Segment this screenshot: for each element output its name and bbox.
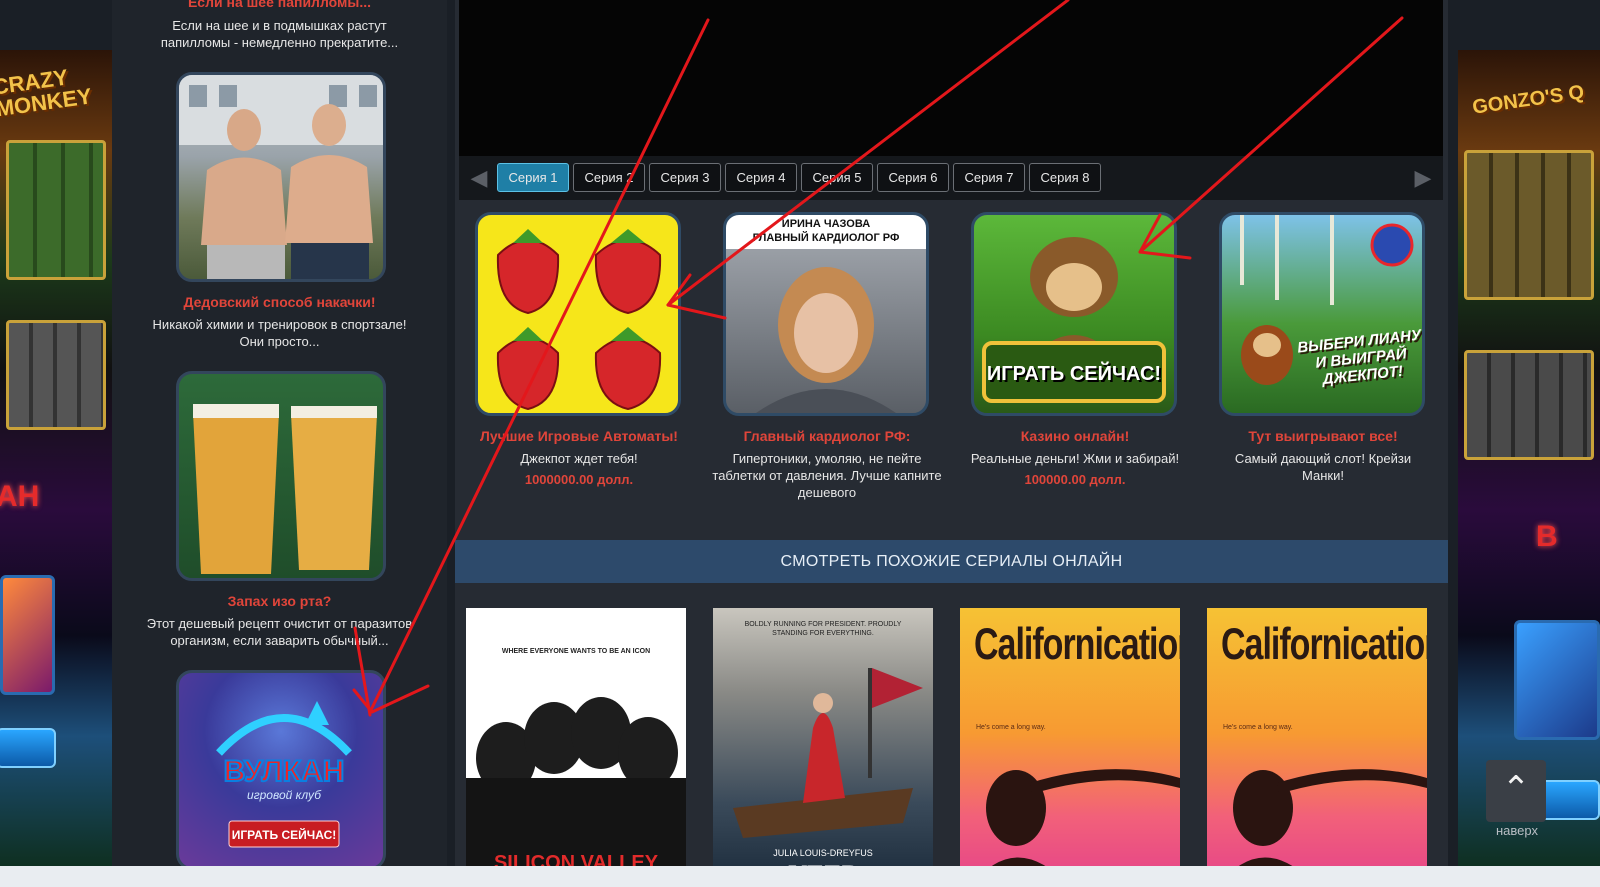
series-navigation: ◀ Серия 1 Серия 2 Серия 3 Серия 4 Серия … — [459, 156, 1443, 200]
left-slot-reels — [6, 140, 106, 280]
left-blue-button — [0, 728, 56, 768]
promo-price-casino: 100000.00 долл. — [1024, 472, 1126, 487]
promo-title-slots[interactable]: Лучшие Игровые Автоматы! — [455, 428, 703, 444]
poster-credit-veep: JULIA LOUIS-DREYFUS — [773, 848, 873, 858]
ad-text-papillomas[interactable]: Если на шее и в подмышках растут папилло… — [112, 17, 447, 51]
left-slot-title: CRAZY MONKEY — [0, 64, 94, 122]
arrow-left-icon[interactable]: ◀ — [465, 166, 493, 190]
left-slot-reels-lower — [6, 320, 106, 430]
poster-tagline-californication-2: He's come a long way. — [1223, 724, 1293, 731]
series-button-8[interactable]: Серия 8 — [1029, 163, 1101, 192]
promo-title-casino[interactable]: Казино онлайн! — [951, 428, 1199, 444]
left-casino-background[interactable]: CRAZY MONKEY АН — [0, 50, 112, 887]
promo-price-slots: 1000000.00 долл. — [524, 472, 634, 487]
similar-series-header: СМОТРЕТЬ ПОХОЖИЕ СЕРИАЛЫ ОНЛАЙН — [455, 540, 1448, 583]
ad-image-muscle-men[interactable] — [176, 72, 386, 282]
right-game-tile — [1514, 620, 1600, 740]
ad-text-grandfather-method[interactable]: Никакой химии и тренировок в спортзале! … — [112, 316, 447, 350]
poster-tagline-silicon-valley: WHERE EVERYONE WANTS TO BE AN ICON — [501, 648, 651, 655]
beer-glasses-illustration — [193, 404, 377, 574]
promo-image-monkey-casino[interactable]: ИГРАТЬ СЕЙЧАС! — [971, 212, 1177, 416]
ad-title-papillomas[interactable]: Если на шее папилломы... — [112, 0, 447, 10]
video-player[interactable] — [459, 0, 1443, 156]
promo-image-strawberries[interactable] — [475, 212, 681, 416]
left-ad-column: Если на шее папилломы... Если на шее и в… — [112, 0, 447, 887]
ad-title-bad-breath[interactable]: Запах изо рта? — [112, 593, 447, 609]
arrow-right-icon[interactable]: ▶ — [1409, 166, 1437, 190]
left-neon-sign: АН — [0, 480, 40, 513]
poster-title-californication-2: Californication — [1221, 620, 1427, 670]
series-button-3[interactable]: Серия 3 — [649, 163, 721, 192]
promo-text-everyone-wins[interactable]: Самый дающий слот! Крейзи Манки! — [1199, 450, 1447, 484]
series-button-1[interactable]: Серия 1 — [497, 163, 569, 192]
right-neon-sign: В — [1536, 520, 1558, 553]
promo-text-casino[interactable]: Реальные деньги! Жми и забирай! — [951, 450, 1199, 467]
promo-image-liana[interactable]: ВЫБЕРИ ЛИАНУ И ВЫИГРАЙ ДЖЕКПОТ! — [1219, 212, 1425, 416]
vulkan-logo: ВУЛКАН игровой клуб ИГРАТЬ СЕЙЧАС! — [216, 701, 352, 848]
muscle-men-illustration — [179, 75, 383, 279]
poster-californication-1[interactable]: Californication He's come a long way. — [960, 608, 1180, 887]
series-button-5[interactable]: Серия 5 — [801, 163, 873, 192]
series-button-6[interactable]: Серия 6 — [877, 163, 949, 192]
promo-text-slots[interactable]: Джекпот ждет тебя! — [455, 450, 703, 467]
promo-text-cardiologist[interactable]: Гипертоники, умоляю, не пейте таблетки о… — [703, 450, 951, 501]
left-game-tile — [0, 575, 55, 695]
strawberries-illustration — [496, 229, 662, 411]
right-slot-reels-lower — [1464, 350, 1594, 460]
ad-image-beer-glasses[interactable] — [176, 371, 386, 581]
poster-silicon-valley[interactable]: WHERE EVERYONE WANTS TO BE AN ICON SILIC… — [466, 608, 686, 887]
vulkan-logo-text: ВУЛКАН — [224, 755, 345, 788]
poster-californication-2[interactable]: Californication He's come a long way. — [1207, 608, 1427, 887]
window-bottom-edge — [0, 866, 1600, 887]
promo-title-everyone-wins[interactable]: Тут выигрывают все! — [1199, 428, 1447, 444]
series-button-2[interactable]: Серия 2 — [573, 163, 645, 192]
series-button-4[interactable]: Серия 4 — [725, 163, 797, 192]
promo-image-cardiologist[interactable]: ИРИНА ЧАЗОВА ГЛАВНЫЙ КАРДИОЛОГ РФ — [723, 212, 929, 416]
main-column: ◀ Серия 1 Серия 2 Серия 3 Серия 4 Серия … — [455, 0, 1448, 887]
series-button-7[interactable]: Серия 7 — [953, 163, 1025, 192]
right-slot-title: GONZO'S Q — [1471, 81, 1586, 119]
ad-text-bad-breath[interactable]: Этот дешевый рецепт очистит от паразитов… — [112, 615, 447, 649]
vulkan-play-now-button[interactable]: ИГРАТЬ СЕЙЧАС! — [232, 827, 337, 842]
poster-veep[interactable]: BOLDLY RUNNING FOR PRESIDENT. PROUDLY ST… — [713, 608, 933, 887]
scroll-top-label[interactable]: наверх — [1482, 823, 1552, 838]
ad-title-grandfather-method[interactable]: Дедовский способ накачки! — [112, 294, 447, 310]
poster-tagline-veep: BOLDLY RUNNING FOR PRESIDENT. PROUDLY ST… — [744, 621, 902, 637]
vulkan-logo-subtitle: игровой клуб — [247, 788, 322, 802]
poster-title-californication-1: Californication — [974, 620, 1180, 670]
promo-image-caption-cardiologist: ИРИНА ЧАЗОВА ГЛАВНЫЙ КАРДИОЛОГ РФ — [752, 218, 900, 244]
ad-image-vulkan-club[interactable]: ВУЛКАН игровой клуб ИГРАТЬ СЕЙЧАС! — [176, 670, 386, 870]
veep-boat-illustration — [733, 668, 923, 838]
double-chevron-up-icon[interactable]: ⌃ — [1486, 760, 1546, 822]
promo-play-now-button[interactable]: ИГРАТЬ СЕЙЧАС! — [984, 363, 1164, 386]
poster-tagline-californication-1: He's come a long way. — [976, 724, 1046, 731]
promo-title-cardiologist[interactable]: Главный кардиолог РФ: — [703, 428, 951, 444]
right-slot-reels — [1464, 150, 1594, 300]
